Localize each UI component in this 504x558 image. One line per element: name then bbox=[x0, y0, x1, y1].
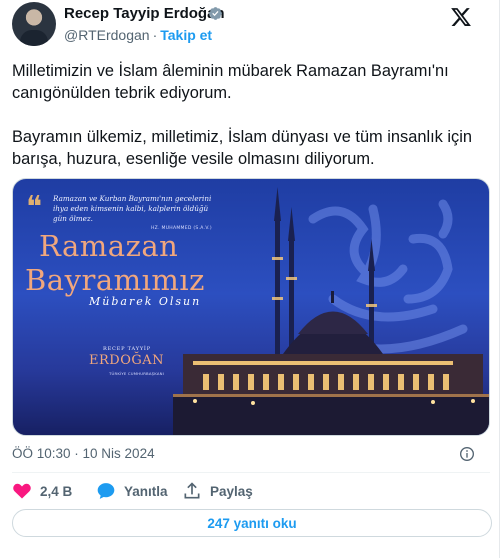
verified-badge-icon bbox=[209, 7, 222, 20]
hadith-text: Ramazan ve Kurban Bayramı'nın gecelerini… bbox=[53, 194, 212, 223]
tweet-card: Recep Tayyip Erdoğan @RTErdogan · Takip et… bbox=[0, 0, 500, 558]
heart-icon bbox=[13, 483, 31, 499]
handle-row: @RTErdogan · Takip et bbox=[64, 27, 212, 43]
speech-bubble-icon bbox=[97, 483, 115, 499]
tweet-image[interactable]: ❝ Ramazan ve Kurban Bayramı'nın geceleri… bbox=[12, 178, 490, 436]
share-button[interactable]: Paylaş bbox=[182, 480, 253, 502]
reply-button[interactable]: Yanıtla bbox=[96, 480, 168, 502]
read-replies-button[interactable]: 247 yanıtı oku bbox=[12, 509, 492, 537]
signature-name: ERDOĞAN bbox=[89, 353, 165, 368]
avatar[interactable] bbox=[12, 2, 56, 46]
like-button[interactable]: 2,4 B bbox=[12, 480, 72, 502]
tweet-text: Milletimizin ve İslam âleminin mübarek R… bbox=[12, 60, 492, 192]
tweet-paragraph: Milletimizin ve İslam âleminin mübarek R… bbox=[12, 62, 449, 102]
image-title-line2: Bayramımız bbox=[25, 263, 205, 297]
x-logo-icon[interactable] bbox=[450, 6, 472, 28]
share-icon bbox=[184, 482, 200, 499]
tweet-header: Recep Tayyip Erdoğan @RTErdogan · Takip et bbox=[12, 0, 492, 52]
minaret-left bbox=[272, 187, 283, 369]
author-handle[interactable]: @RTErdogan bbox=[64, 27, 150, 43]
share-label: Paylaş bbox=[210, 483, 253, 499]
image-title-line1: Ramazan bbox=[39, 229, 179, 263]
like-count: 2,4 B bbox=[40, 483, 73, 499]
reply-label: Yanıtla bbox=[124, 483, 168, 499]
divider bbox=[12, 472, 490, 473]
follow-button[interactable]: Takip et bbox=[160, 27, 212, 43]
info-icon[interactable] bbox=[459, 446, 475, 462]
author-name[interactable]: Recep Tayyip Erdoğan bbox=[64, 5, 225, 22]
separator-dot: · bbox=[152, 27, 158, 43]
tweet-timestamp[interactable]: ÖÖ 10:30 · 10 Nis 2024 bbox=[12, 446, 155, 461]
signature-subtitle: TÜRKİYE CUMHURBAŞKANI bbox=[109, 371, 165, 376]
tweet-paragraph: Bayramın ülkemiz, milletimiz, İslam düny… bbox=[12, 128, 472, 168]
image-subtitle: Mübarek Olsun bbox=[89, 295, 202, 308]
signature-top: RECEP TAYYİP bbox=[103, 346, 151, 352]
quote-mark: ❝ bbox=[26, 190, 43, 225]
